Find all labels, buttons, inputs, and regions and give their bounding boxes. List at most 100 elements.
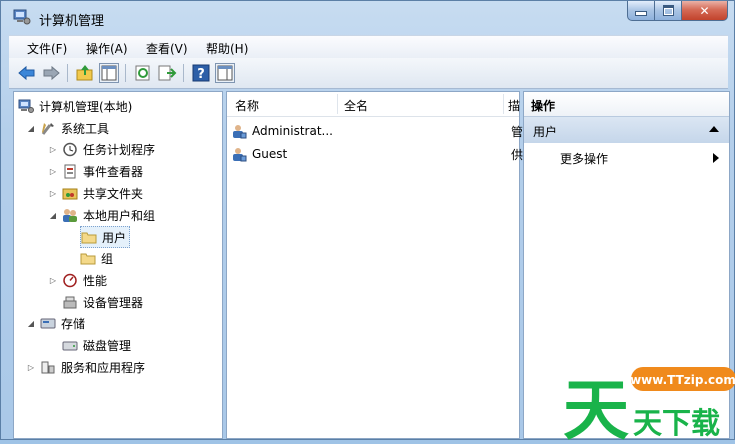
- menu-bar: 文件(F) 操作(A) 查看(V) 帮助(H): [9, 35, 728, 59]
- export-list-button[interactable]: [157, 63, 177, 83]
- minimize-icon: [635, 11, 647, 16]
- collapsed-arrow-icon[interactable]: ▷: [26, 363, 36, 372]
- tree-item-local-users-groups[interactable]: ◢ 本地用户和组: [48, 205, 155, 225]
- tree-item-device-manager[interactable]: 设备管理器: [62, 292, 143, 312]
- tools-icon: [40, 121, 56, 136]
- tree-label: 本地用户和组: [83, 208, 156, 223]
- column-header-fullname[interactable]: 全名: [344, 97, 368, 114]
- title-bar[interactable]: 计算机管理 ✕: [1, 1, 734, 35]
- tree-item-performance[interactable]: ▷ 性能: [48, 270, 107, 290]
- refresh-icon: [135, 65, 150, 81]
- svg-text:?: ?: [197, 67, 205, 82]
- watermark-logo: www.TTzip.com 天 天下载: [559, 363, 735, 444]
- window-frame: 计算机管理 ✕ 文件(F) 操作(A) 查看(V) 帮助(H) ? 计算机管理(…: [0, 0, 735, 444]
- up-folder-icon: [76, 65, 93, 81]
- shared-folder-icon: [62, 186, 78, 201]
- watermark-logo-char: 天: [563, 372, 629, 441]
- tree-item-event-viewer[interactable]: ▷ 事件查看器: [48, 161, 143, 181]
- tree-item-storage[interactable]: ◢ 存储: [26, 313, 85, 333]
- column-divider[interactable]: [503, 94, 504, 114]
- disk-icon: [62, 338, 78, 353]
- table-row[interactable]: Guest 供: [231, 143, 523, 165]
- actions-title: 操作: [531, 99, 556, 113]
- tree-label: 事件查看器: [83, 164, 144, 179]
- users-group-icon: [62, 208, 78, 223]
- submenu-arrow-icon[interactable]: [713, 153, 719, 163]
- clock-icon: [62, 142, 78, 157]
- collapsed-arrow-icon[interactable]: ▷: [48, 276, 58, 285]
- actions-section-users[interactable]: 用户: [524, 117, 729, 143]
- tree-item-computer-management[interactable]: 计算机管理(本地): [18, 96, 132, 116]
- minimize-button[interactable]: [627, 1, 655, 21]
- tree-label: 服务和应用程序: [61, 360, 146, 375]
- watermark-url: www.TTzip.com: [630, 373, 735, 387]
- user-name: Administrat...: [252, 124, 333, 138]
- tree-label: 设备管理器: [83, 295, 144, 310]
- user-description: 供: [511, 147, 524, 162]
- help-button[interactable]: ?: [191, 63, 211, 83]
- computer-management-icon: [13, 9, 31, 25]
- window-title: 计算机管理: [39, 14, 105, 29]
- tree-label: 磁盘管理: [83, 338, 132, 353]
- forward-button[interactable]: [41, 63, 61, 83]
- back-button[interactable]: [17, 63, 37, 83]
- menu-help[interactable]: 帮助(H): [206, 40, 248, 57]
- menu-view[interactable]: 查看(V): [146, 40, 188, 57]
- tree-item-task-scheduler[interactable]: ▷ 任务计划程序: [48, 139, 155, 159]
- window-controls: ✕: [627, 1, 728, 23]
- show-hide-console-tree-button[interactable]: [99, 63, 119, 83]
- toolbar-separator: [125, 64, 126, 82]
- column-divider[interactable]: [337, 94, 338, 114]
- menu-file[interactable]: 文件(F): [27, 40, 67, 57]
- tree-label: 存储: [61, 316, 86, 331]
- close-icon: ✕: [699, 3, 710, 18]
- close-button[interactable]: ✕: [682, 1, 728, 21]
- tree-item-groups[interactable]: 组: [80, 248, 113, 268]
- toolbar-separator: [183, 64, 184, 82]
- toolbar-separator: [67, 64, 68, 82]
- tree-label: 性能: [83, 273, 108, 288]
- column-header-name[interactable]: 名称: [235, 97, 259, 114]
- tree-item-shared-folders[interactable]: ▷ 共享文件夹: [48, 183, 143, 203]
- back-icon: [18, 65, 35, 81]
- expanded-arrow-icon[interactable]: ◢: [26, 319, 36, 328]
- more-actions-item[interactable]: 更多操作: [560, 150, 608, 167]
- maximize-button[interactable]: [655, 1, 682, 21]
- computer-management-icon: [18, 99, 34, 114]
- user-name: Guest: [252, 147, 288, 161]
- tree-item-disk-management[interactable]: 磁盘管理: [62, 335, 131, 355]
- tree-label: 任务计划程序: [83, 142, 156, 157]
- tree-label: 系统工具: [61, 121, 110, 136]
- forward-icon: [43, 65, 60, 81]
- tree-item-services-apps[interactable]: ▷ 服务和应用程序: [26, 357, 145, 377]
- collapsed-arrow-icon[interactable]: ▷: [48, 145, 58, 154]
- performance-icon: [62, 273, 78, 288]
- column-header-description[interactable]: 描: [508, 97, 520, 114]
- table-row[interactable]: Administrat... 管: [231, 120, 523, 142]
- section-title: 用户: [533, 125, 558, 139]
- collapsed-arrow-icon[interactable]: ▷: [48, 189, 58, 198]
- show-hide-action-pane-button[interactable]: [215, 63, 235, 83]
- menu-action[interactable]: 操作(A): [86, 40, 128, 57]
- expanded-arrow-icon[interactable]: ◢: [26, 124, 36, 133]
- tree-label: 共享文件夹: [83, 186, 144, 201]
- folder-icon: [81, 230, 97, 245]
- user-list: 名称 全名 描 Administrat... 管 Guest 供: [226, 91, 523, 439]
- export-list-icon: [158, 65, 177, 81]
- collapse-arrow-icon[interactable]: [709, 126, 719, 132]
- tree-item-users[interactable]: 用户: [80, 226, 131, 248]
- device-manager-icon: [62, 295, 78, 310]
- storage-icon: [40, 316, 56, 331]
- tree-label: 用户: [102, 230, 127, 245]
- help-icon: ?: [192, 64, 210, 82]
- up-one-level-button[interactable]: [75, 63, 95, 83]
- refresh-button[interactable]: [133, 63, 153, 83]
- event-viewer-icon: [62, 164, 78, 179]
- list-header: 名称 全名 描: [227, 92, 520, 117]
- tree-label: 计算机管理(本地): [39, 99, 133, 114]
- maximize-icon: [662, 5, 674, 16]
- watermark-name: 天下载: [633, 406, 720, 440]
- tree-item-system-tools[interactable]: ◢ 系统工具: [26, 118, 109, 138]
- expanded-arrow-icon[interactable]: ◢: [48, 211, 58, 220]
- collapsed-arrow-icon[interactable]: ▷: [48, 167, 58, 176]
